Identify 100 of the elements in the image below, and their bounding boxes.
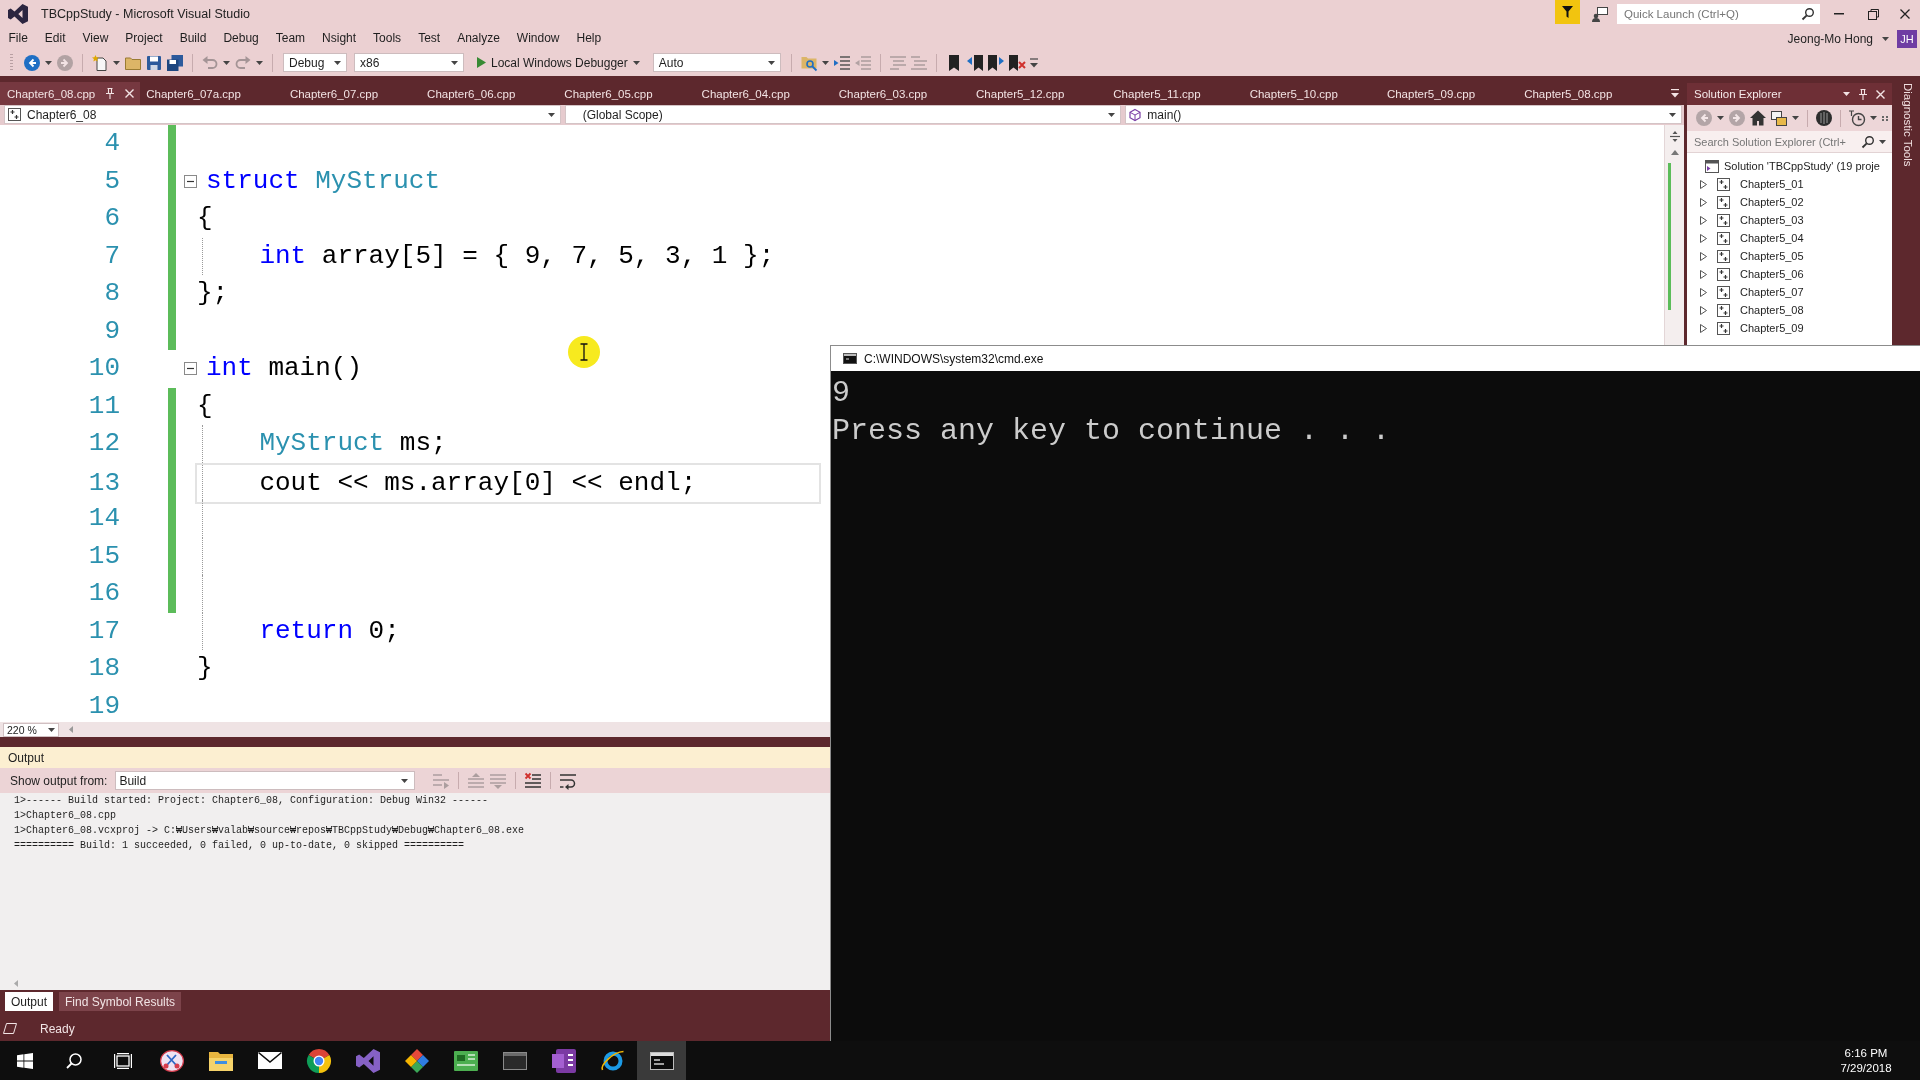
document-tab[interactable]: Chapter6_07.cpp (283, 82, 422, 105)
tree-item[interactable]: Chapter5_08 (1687, 301, 1892, 319)
expand-triangle-icon[interactable] (1700, 305, 1707, 315)
toolbar-dropdown[interactable]: x86 (354, 53, 464, 72)
floppy-disks-icon[interactable] (167, 54, 183, 71)
home-icon[interactable] (1750, 110, 1766, 126)
clear-lines-icon[interactable] (525, 772, 542, 789)
split-icon[interactable] (1669, 131, 1680, 142)
menu-item[interactable]: Edit (36, 28, 75, 49)
caret-icon[interactable] (1879, 140, 1886, 144)
caret-icon[interactable] (1669, 112, 1676, 117)
menu-item[interactable]: Team (267, 28, 314, 49)
clock-icon[interactable] (1849, 110, 1865, 126)
tree-item[interactable]: Chapter5_01 (1687, 175, 1892, 193)
expand-triangle-icon[interactable] (1700, 251, 1707, 261)
member-dropdown[interactable]: main() (1125, 105, 1682, 124)
document-tab[interactable]: Chapter5_11.cpp (1107, 82, 1244, 105)
document-tab[interactable]: Chapter6_06.cpp (421, 82, 559, 105)
folder-search-icon[interactable] (800, 54, 817, 71)
document-tab[interactable]: Chapter6_04.cpp (695, 82, 833, 105)
quick-launch-field[interactable]: Quick Launch (Ctrl+Q) (1617, 4, 1820, 24)
overflow-icon[interactable] (1882, 115, 1888, 121)
document-tab[interactable]: Chapter6_07a.cpp (140, 82, 284, 105)
taskbar-button[interactable] (637, 1041, 686, 1080)
menu-item[interactable]: Build (171, 28, 215, 49)
account-name[interactable]: Jeong-Mo Hong (1787, 31, 1873, 46)
caret-icon[interactable] (113, 60, 120, 65)
search-icon[interactable] (1862, 136, 1874, 148)
caret-icon[interactable] (451, 60, 458, 65)
scroll-up-icon[interactable] (1670, 150, 1679, 155)
restore-icon[interactable] (1867, 8, 1879, 20)
document-tab[interactable]: Chapter5_09.cpp (1380, 82, 1519, 105)
expand-triangle-icon[interactable] (1700, 269, 1707, 279)
caret-icon[interactable] (1717, 116, 1724, 120)
document-tab[interactable]: Chapter5_10.cpp (1243, 82, 1381, 105)
close-icon[interactable] (1900, 9, 1910, 19)
expand-triangle-icon[interactable] (1700, 323, 1707, 333)
caret-icon[interactable] (821, 60, 829, 65)
caret-icon[interactable] (1108, 112, 1116, 117)
caret-icon[interactable] (401, 778, 409, 783)
caret-icon[interactable] (334, 60, 341, 65)
initials-avatar[interactable]: JH (1897, 29, 1917, 48)
folder-icon[interactable] (125, 54, 141, 71)
menu-item[interactable]: View (74, 28, 117, 49)
pin-icon[interactable] (1859, 88, 1867, 100)
circle-arrow-left-icon[interactable] (24, 54, 40, 71)
tree-item[interactable]: Chapter5_02 (1687, 193, 1892, 211)
speech-bubble-icon[interactable] (1592, 6, 1608, 22)
menu-item[interactable]: Help (568, 28, 610, 49)
document-tab[interactable]: Chapter6_08.cpp (0, 82, 141, 105)
caret-icon[interactable] (632, 60, 640, 65)
menu-item[interactable]: Project (116, 28, 172, 49)
striped-circle-icon[interactable] (1816, 110, 1832, 126)
expand-triangle-icon[interactable] (1700, 197, 1707, 207)
bookmark-arrow-left-icon[interactable] (966, 54, 983, 71)
tree-item[interactable]: Chapter5_06 (1687, 265, 1892, 283)
tree-item[interactable]: Chapter5_03 (1687, 211, 1892, 229)
caret-icon[interactable] (1843, 92, 1850, 96)
caret-icon[interactable] (1882, 36, 1889, 41)
word-wrap-icon[interactable] (560, 772, 577, 789)
search-icon[interactable] (1802, 8, 1814, 20)
panel-tab[interactable]: Find Symbol Results (59, 992, 182, 1011)
bookmark-arrow-right-icon[interactable] (987, 54, 1004, 71)
collapse-icon[interactable] (184, 362, 197, 376)
expand-triangle-icon[interactable] (1700, 215, 1707, 225)
menu-item[interactable]: Tools (364, 28, 410, 49)
search-field[interactable]: Search Solution Explorer (Ctrl+ (1687, 131, 1892, 153)
caret-icon[interactable] (223, 60, 230, 65)
new-document-icon[interactable] (92, 54, 108, 71)
pin-icon[interactable] (106, 88, 115, 99)
tree-item[interactable]: Chapter5_04 (1687, 229, 1892, 247)
toolbar-dropdown[interactable]: Auto (652, 53, 781, 72)
window-switch-icon[interactable] (1771, 110, 1787, 126)
source-dropdown[interactable]: Build (115, 771, 416, 790)
menu-item[interactable]: Window (508, 28, 569, 49)
project-dropdown[interactable]: Chapter6_08 (4, 105, 561, 124)
caret-icon[interactable] (256, 60, 263, 65)
document-tab[interactable]: Chapter5_08.cpp (1518, 82, 1656, 105)
document-tab[interactable]: Chapter6_05.cpp (558, 82, 696, 105)
start-debugging-button[interactable]: Local Windows Debugger (474, 55, 643, 70)
menu-item[interactable]: Debug (214, 28, 268, 49)
caret-icon[interactable] (45, 60, 52, 65)
expand-triangle-icon[interactable] (1700, 233, 1707, 243)
caret-icon[interactable] (547, 112, 555, 117)
minimize-icon[interactable] (1834, 13, 1844, 15)
menu-item[interactable]: Analyze (448, 28, 509, 49)
tree-item[interactable]: Solution 'TBCppStudy' (19 proje (1687, 157, 1892, 175)
scope-dropdown[interactable]: (Global Scope) (564, 105, 1122, 124)
zoom-dropdown[interactable]: 220 % (3, 722, 59, 737)
menu-item[interactable]: Test (409, 28, 449, 49)
expand-triangle-icon[interactable] (1700, 287, 1707, 297)
overflow-icon[interactable] (1671, 89, 1679, 98)
funnel-icon[interactable] (1555, 0, 1580, 24)
expand-triangle-icon[interactable] (1700, 179, 1707, 189)
side-tab[interactable]: Diagnostic Tools (1901, 83, 1914, 167)
collapse-icon[interactable] (184, 174, 197, 188)
document-tab[interactable]: Chapter5_12.cpp (970, 82, 1108, 105)
panel-tab[interactable]: Output (5, 992, 54, 1011)
caret-icon[interactable] (48, 727, 55, 732)
caret-icon[interactable] (767, 60, 775, 65)
